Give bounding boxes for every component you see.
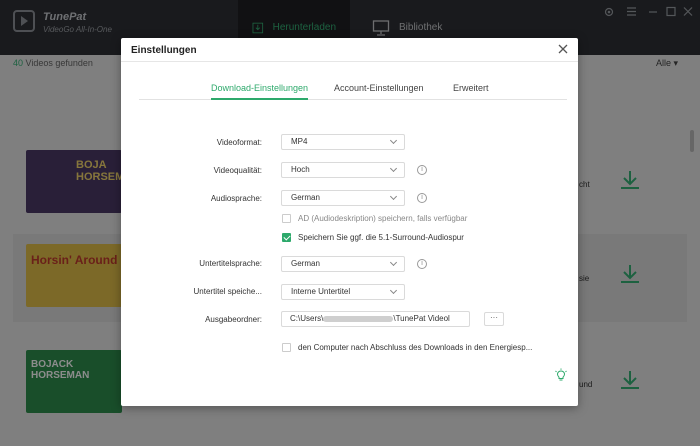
info-icon[interactable]: i	[417, 165, 427, 175]
tab-account-settings[interactable]: Account-Einstellungen	[334, 83, 424, 98]
tab-download-settings[interactable]: Download-Einstellungen	[211, 83, 309, 100]
close-icon[interactable]	[557, 43, 569, 55]
subtitle-language-label: Untertitelsprache:	[199, 259, 262, 268]
output-folder-label: Ausgabeordner:	[205, 315, 262, 324]
subtitle-save-select[interactable]: Interne Untertitel	[281, 284, 405, 300]
videoquality-select[interactable]: Hoch	[281, 162, 405, 178]
settings-tabs: Download-Einstellungen Account-Einstellu…	[139, 74, 567, 100]
subtitle-language-select[interactable]: German	[281, 256, 405, 272]
videoquality-label: Videoqualität:	[213, 166, 262, 175]
blurred-username	[323, 315, 394, 322]
tab-advanced[interactable]: Erweitert	[453, 83, 489, 98]
settings-dialog: Einstellungen Download-Einstellungen Acc…	[121, 38, 578, 406]
surround-checkbox-label: Speichern Sie ggf. die 5.1-Surround-Audi…	[298, 233, 464, 242]
sleep-after-download-checkbox[interactable]	[282, 343, 291, 352]
output-folder-suffix: \TunePat Videol	[393, 314, 450, 323]
sleep-after-download-label: den Computer nach Abschluss des Download…	[298, 343, 533, 352]
dialog-header-divider	[121, 61, 578, 62]
ad-checkbox[interactable]	[282, 214, 291, 223]
output-folder-prefix: C:\Users\	[290, 314, 324, 323]
surround-checkbox[interactable]	[282, 233, 291, 242]
dialog-title: Einstellungen	[131, 45, 197, 56]
info-icon[interactable]: i	[417, 193, 427, 203]
browse-folder-button[interactable]: ···	[484, 312, 504, 326]
audiolanguage-label: Audiosprache:	[210, 194, 262, 203]
videoformat-label: Videoformat:	[216, 138, 262, 147]
lightbulb-icon[interactable]	[554, 368, 568, 382]
videoformat-select[interactable]: MP4	[281, 134, 405, 150]
output-folder-input[interactable]: C:\Users\ \TunePat Videol	[281, 311, 470, 327]
audiolanguage-select[interactable]: German	[281, 190, 405, 206]
ad-checkbox-label: AD (Audiodeskription) speichern, falls v…	[298, 214, 468, 223]
subtitle-save-label: Untertitel speiche...	[193, 287, 262, 296]
info-icon[interactable]: i	[417, 259, 427, 269]
